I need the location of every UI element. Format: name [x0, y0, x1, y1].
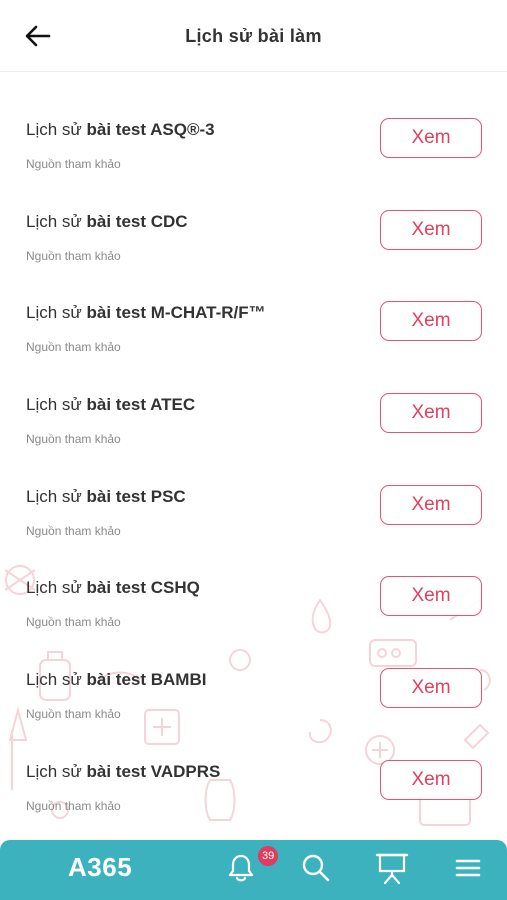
list-item: Lịch sử bài test VADPRS Nguồn tham khảo …: [0, 734, 507, 826]
source-text: Nguồn tham khảo: [26, 615, 121, 630]
view-button[interactable]: Xem: [380, 576, 482, 617]
test-title: Lịch sử bài test BAMBI: [26, 670, 207, 690]
view-button[interactable]: Xem: [380, 301, 482, 342]
source-text: Nguồn tham khảo: [26, 432, 121, 447]
menu-button[interactable]: [450, 850, 486, 886]
search-button[interactable]: [298, 850, 334, 886]
test-title: Lịch sử bài test PSC: [26, 486, 186, 506]
view-button[interactable]: Xem: [380, 668, 482, 709]
view-button[interactable]: Xem: [380, 118, 482, 158]
source-text: Nguồn tham khảo: [26, 523, 121, 538]
page: Lịch sử bài làm Lịch sử bài test ASQ®-3 …: [0, 0, 507, 900]
bell-icon: [228, 854, 254, 882]
list-item: Lịch sử bài test ATEC Nguồn tham khảo Xe…: [0, 367, 507, 459]
test-title: Lịch sử bài test ATEC: [26, 395, 196, 415]
source-text: Nguồn tham khảo: [26, 707, 121, 722]
list-item: Lịch sử bài test ASQ®-3 Nguồn tham khảo …: [0, 92, 507, 184]
menu-icon: [455, 859, 481, 877]
source-text: Nguồn tham khảo: [26, 157, 121, 171]
history-list: Lịch sử bài test ASQ®-3 Nguồn tham khảo …: [0, 92, 507, 826]
test-title: Lịch sử bài test VADPRS: [26, 761, 221, 781]
page-title: Lịch sử bài làm: [185, 26, 322, 46]
source-text: Nguồn tham khảo: [26, 340, 121, 355]
source-text: Nguồn tham khảo: [26, 248, 121, 263]
source-text: Nguồn tham khảo: [26, 798, 121, 813]
search-icon: [302, 854, 330, 882]
presentation-icon: [375, 853, 409, 885]
view-button[interactable]: Xem: [380, 393, 482, 434]
presentation-button[interactable]: [374, 850, 410, 886]
brand-logo[interactable]: A365: [68, 852, 132, 883]
header: Lịch sử bài làm: [0, 0, 507, 72]
view-button[interactable]: Xem: [380, 484, 482, 525]
list-item: Lịch sử bài test BAMBI Nguồn tham khảo X…: [0, 642, 507, 734]
view-button[interactable]: Xem: [380, 759, 482, 800]
notification-badge: 39: [258, 846, 279, 866]
notifications-button[interactable]: [223, 850, 259, 886]
test-title: Lịch sử bài test M-CHAT-R/F™: [26, 303, 266, 323]
list-item: Lịch sử bài test CDC Nguồn tham khảo Xem: [0, 184, 507, 276]
bottom-nav: A365 39: [0, 840, 507, 900]
list-item: Lịch sử bài test M-CHAT-R/F™ Nguồn tham …: [0, 275, 507, 367]
list-item: Lịch sử bài test PSC Nguồn tham khảo Xem: [0, 459, 507, 551]
test-title: Lịch sử bài test CDC: [26, 211, 188, 231]
test-title: Lịch sử bài test CSHQ: [26, 578, 200, 598]
list-item: Lịch sử bài test CSHQ Nguồn tham khảo Xe…: [0, 550, 507, 642]
test-title: Lịch sử bài test ASQ®-3: [26, 120, 215, 139]
view-button[interactable]: Xem: [380, 209, 482, 250]
